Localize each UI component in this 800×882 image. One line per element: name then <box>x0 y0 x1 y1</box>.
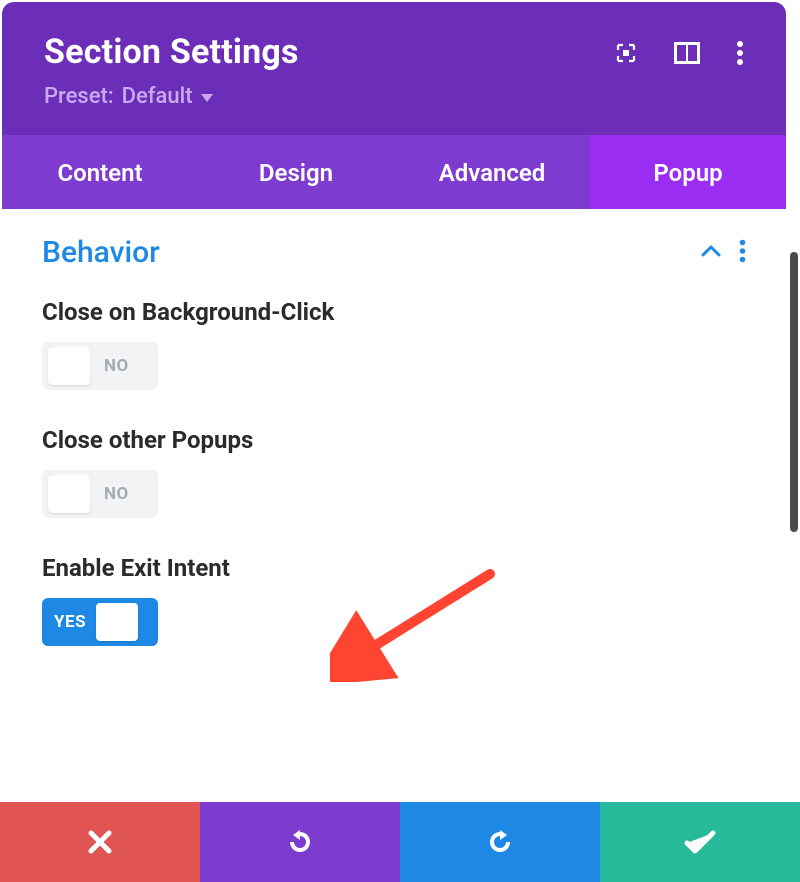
save-button[interactable] <box>600 802 800 882</box>
field-label: Close on Background-Click <box>42 298 746 326</box>
toggle-close-bg[interactable]: NO <box>42 342 158 390</box>
field-close-other: Close other Popups NO <box>42 426 746 518</box>
tab-popup[interactable]: Popup <box>590 135 786 209</box>
field-label: Enable Exit Intent <box>42 554 746 582</box>
toggle-knob <box>48 475 90 513</box>
tab-content[interactable]: Content <box>2 135 198 209</box>
toggle-close-other[interactable]: NO <box>42 470 158 518</box>
caret-down-icon <box>201 94 213 102</box>
toggle-knob <box>48 347 90 385</box>
section-header: Behavior <box>42 229 746 298</box>
preset-label: Preset: <box>44 84 114 109</box>
redo-button[interactable] <box>400 802 600 882</box>
tab-advanced[interactable]: Advanced <box>394 135 590 209</box>
toggle-knob <box>96 603 138 641</box>
panel-content: Behavior Close on Background-Click NO <box>2 209 786 722</box>
section-title: Behavior <box>42 235 160 270</box>
section-actions <box>701 239 746 267</box>
preset-value: Default <box>122 84 193 109</box>
toggle-value: NO <box>104 484 129 504</box>
collapse-icon[interactable] <box>701 243 721 262</box>
settings-panel: Section Settings Preset: Default <box>2 2 786 722</box>
field-label: Close other Popups <box>42 426 746 454</box>
toggle-value: NO <box>104 356 129 376</box>
preset-selector[interactable]: Preset: Default <box>44 84 299 109</box>
field-exit-intent: Enable Exit Intent YES <box>42 554 746 646</box>
tab-bar: Content Design Advanced Popup <box>2 135 786 209</box>
tab-design[interactable]: Design <box>198 135 394 209</box>
header-left: Section Settings Preset: Default <box>44 32 299 109</box>
footer-actions <box>0 802 800 882</box>
section-more-icon[interactable] <box>739 239 746 267</box>
field-close-bg: Close on Background-Click NO <box>42 298 746 390</box>
panel-title: Section Settings <box>44 32 299 72</box>
toggle-exit-intent[interactable]: YES <box>42 598 158 646</box>
undo-button[interactable] <box>200 802 400 882</box>
scrollbar-thumb[interactable] <box>790 252 798 532</box>
columns-icon[interactable] <box>674 42 700 64</box>
header-actions <box>614 32 744 66</box>
toggle-value: YES <box>54 612 86 632</box>
panel-header: Section Settings Preset: Default <box>2 2 786 135</box>
cancel-button[interactable] <box>0 802 200 882</box>
expand-icon[interactable] <box>614 41 638 65</box>
more-vert-icon[interactable] <box>736 40 744 66</box>
